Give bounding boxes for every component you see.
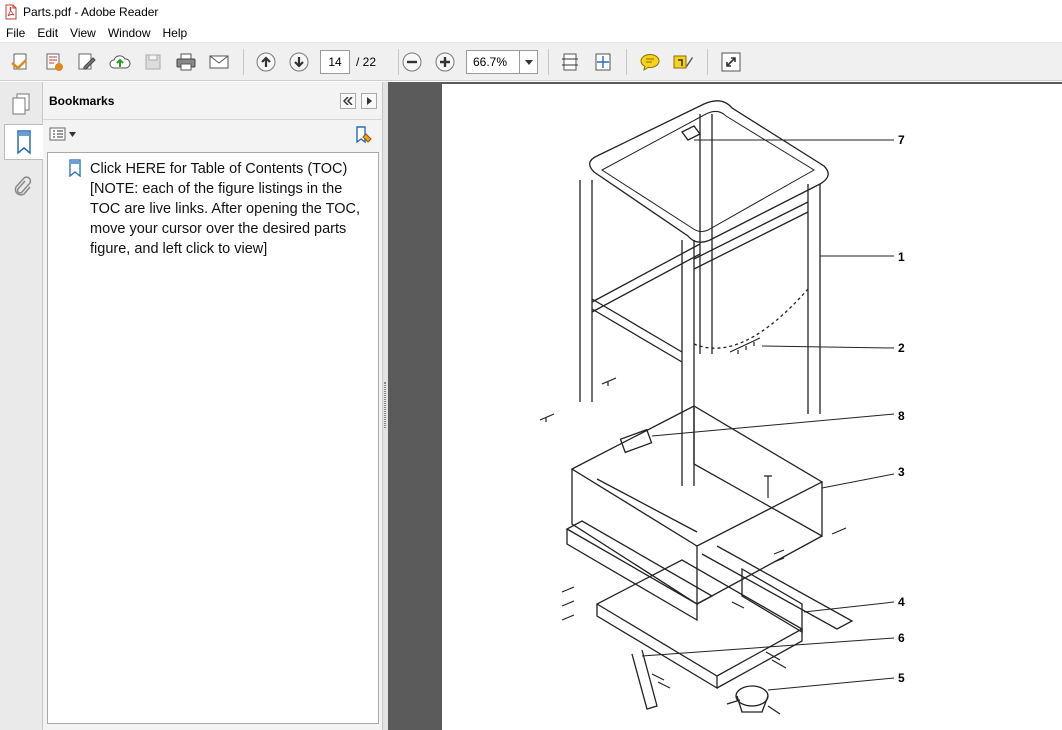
callout-4: 4	[898, 595, 905, 609]
attachments-button[interactable]	[4, 168, 38, 204]
zoom-value: 66.7%	[473, 55, 508, 69]
menu-view[interactable]: View	[64, 23, 102, 43]
toolbar-separator	[626, 49, 627, 75]
bookmark-item-toc[interactable]: Click HERE for Table of Contents (TOC) […	[68, 159, 368, 259]
document-view[interactable]: 7 1 2 8 3 4 6 5	[388, 82, 1062, 730]
new-bookmark-button[interactable]	[353, 125, 373, 148]
toolbar-separator	[243, 49, 244, 75]
bookmark-icon	[68, 159, 84, 178]
email-button[interactable]	[205, 48, 233, 76]
page-thumbnails-icon	[12, 93, 30, 115]
highlighter-icon	[673, 55, 693, 69]
exploded-parts-diagram: 7 1 2 8 3 4 6 5	[539, 100, 905, 715]
print-button[interactable]	[172, 48, 200, 76]
previous-page-button[interactable]	[252, 48, 280, 76]
bookmarks-tab-button[interactable]	[4, 124, 43, 160]
save-button[interactable]	[139, 48, 167, 76]
fit-page-button[interactable]	[589, 48, 617, 76]
toolbar-separator	[707, 49, 708, 75]
callout-6: 6	[898, 631, 905, 645]
printer-icon	[176, 53, 196, 71]
zoom-in-button[interactable]	[431, 48, 459, 76]
triangle-right-icon	[367, 97, 372, 105]
bookmarks-panel-title: Bookmarks	[49, 93, 115, 108]
next-page-button[interactable]	[285, 48, 313, 76]
edit-pdf-button[interactable]	[73, 48, 101, 76]
cloud-upload-icon	[109, 55, 131, 69]
upload-cloud-button[interactable]	[106, 48, 134, 76]
comment-button[interactable]	[636, 48, 664, 76]
bookmarks-toolbar	[43, 120, 383, 150]
open-file-button[interactable]	[7, 48, 35, 76]
fullscreen-button[interactable]	[717, 48, 745, 76]
chevron-down-icon[interactable]	[519, 51, 537, 73]
collapse-panel-button[interactable]	[340, 93, 356, 109]
double-chevron-left-icon	[343, 97, 353, 105]
callout-7: 7	[898, 133, 905, 147]
scroll-mode-icon	[562, 53, 578, 71]
menu-edit[interactable]: Edit	[31, 23, 64, 43]
arrow-down-circle-icon	[289, 52, 309, 72]
callout-3: 3	[898, 465, 905, 479]
fit-width-button[interactable]	[556, 48, 584, 76]
bookmark-tree[interactable]: Click HERE for Table of Contents (TOC) […	[47, 152, 379, 724]
page-number-input[interactable]	[320, 50, 350, 74]
callout-2: 2	[898, 341, 905, 355]
toolbar-separator	[548, 49, 549, 75]
menu-help[interactable]: Help	[157, 23, 194, 43]
page-thumbnails-button[interactable]	[4, 86, 38, 122]
speech-bubble-icon	[640, 54, 660, 72]
pdf-file-icon	[3, 4, 19, 20]
zoom-out-button[interactable]	[398, 48, 426, 76]
save-icon	[145, 54, 161, 70]
panel-forward-button[interactable]	[361, 93, 377, 109]
window-title: Parts.pdf - Adobe Reader	[23, 4, 159, 19]
bookmark-label[interactable]: Click HERE for Table of Contents (TOC) […	[90, 159, 368, 259]
options-list-icon	[49, 127, 66, 141]
menu-window[interactable]: Window	[102, 23, 157, 43]
page-total-label: / 22	[356, 55, 377, 69]
arrow-up-circle-icon	[256, 52, 276, 72]
bookmarks-panel: Bookmarks Click HERE for Table of Conten…	[43, 82, 383, 730]
chevron-down-icon	[69, 131, 76, 137]
bookmark-options-button[interactable]	[49, 127, 76, 141]
splitter-grip[interactable]	[384, 382, 386, 428]
open-file-icon	[11, 53, 27, 70]
pdf-page: 7 1 2 8 3 4 6 5	[442, 84, 1062, 730]
menu-bar: File Edit View Window Help	[0, 23, 1062, 43]
fit-page-icon	[595, 53, 611, 71]
expand-arrows-icon	[721, 52, 741, 72]
bookmark-icon	[17, 130, 31, 155]
minus-circle-icon	[402, 52, 422, 72]
callout-5: 5	[898, 671, 905, 685]
navigation-rail	[0, 82, 43, 730]
new-bookmark-icon	[356, 126, 372, 144]
callout-1: 1	[898, 250, 905, 264]
menu-file[interactable]: File	[0, 23, 31, 43]
create-pdf-icon	[46, 53, 63, 71]
envelope-icon	[209, 55, 229, 69]
plus-circle-icon	[435, 52, 455, 72]
edit-pdf-icon	[78, 53, 96, 70]
callout-8: 8	[898, 409, 905, 423]
zoom-select[interactable]: 66.7%	[466, 50, 538, 74]
create-pdf-button[interactable]	[40, 48, 68, 76]
highlight-button[interactable]	[669, 48, 697, 76]
title-bar: Parts.pdf - Adobe Reader	[0, 0, 1062, 23]
bookmarks-panel-header: Bookmarks	[43, 82, 383, 120]
paperclip-icon	[14, 176, 32, 196]
